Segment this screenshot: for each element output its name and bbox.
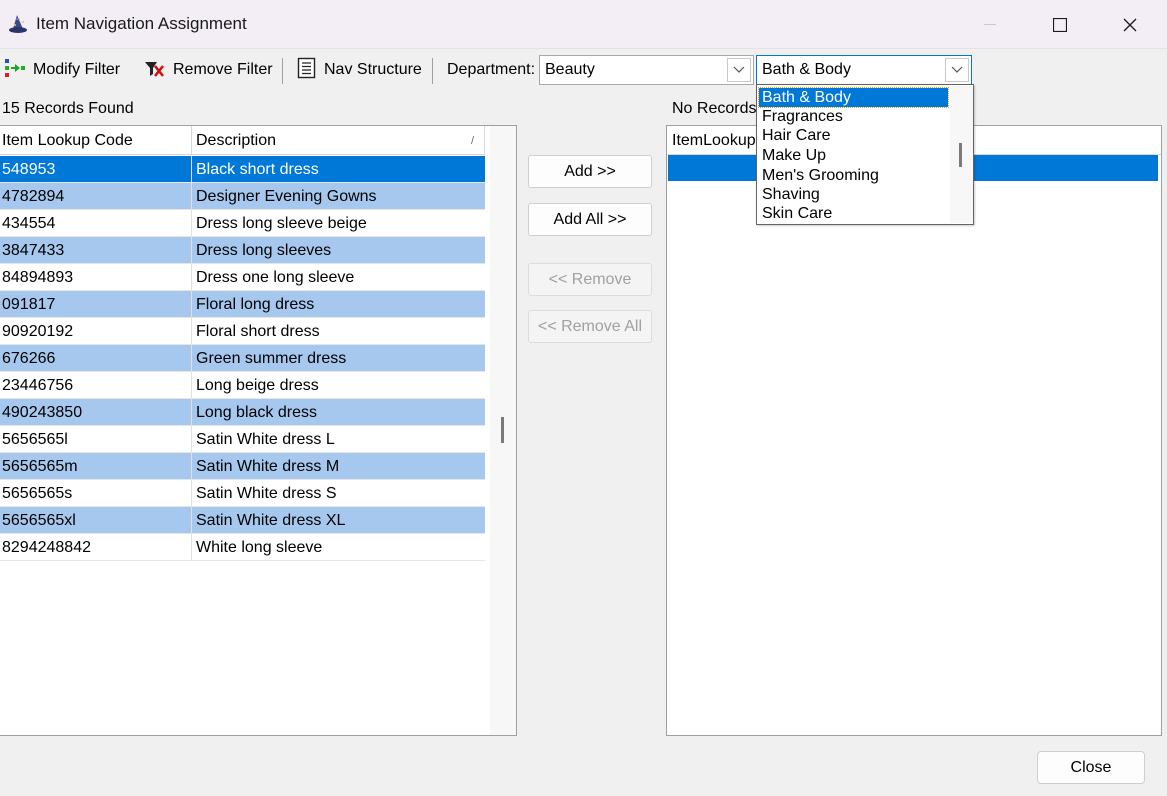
category-select[interactable]: Bath & Body — [756, 55, 972, 85]
title-bar: Item Navigation Assignment — [0, 0, 1167, 49]
right-records-count: No Records — [672, 100, 757, 117]
remove-filter-icon — [143, 56, 167, 85]
table-row[interactable]: 434554 Dress long sleeve beige — [0, 210, 485, 237]
description-cell: Floral long dress — [192, 291, 485, 318]
item-code-cell: 5656565s — [0, 480, 192, 507]
nav-structure-label: Nav Structure — [324, 61, 422, 78]
description-cell: Dress one long sleeve — [192, 264, 485, 291]
category-dropdown-list[interactable]: Bath & Body Fragrances Hair Care Make Up… — [756, 84, 974, 225]
vertical-scrollbar[interactable] — [490, 126, 516, 735]
item-code-cell: 676266 — [0, 345, 192, 372]
add-all-button[interactable]: Add All >> — [528, 203, 652, 236]
dropdown-item-skin-care[interactable]: Skin Care — [759, 204, 948, 223]
department-select[interactable]: Beauty — [539, 55, 754, 85]
table-row[interactable]: 4782894 Designer Evening Gowns — [0, 183, 485, 210]
modify-filter-label: Modify Filter — [33, 61, 121, 78]
item-code-cell: 4782894 — [0, 183, 192, 210]
item-code-cell: 5656565xl — [0, 507, 192, 534]
description-header-label: Description — [196, 132, 277, 149]
modify-filter-button[interactable]: Modify Filter — [3, 56, 120, 84]
item-code-cell: 90920192 — [0, 318, 192, 345]
table-row[interactable]: 3847433 Dress long sleeves — [0, 237, 485, 264]
table-row[interactable]: 5656565l Satin White dress L — [0, 426, 485, 453]
chevron-down-icon[interactable] — [945, 58, 969, 82]
left-records-count: 15 Records Found — [2, 100, 134, 117]
description-cell: Green summer dress — [192, 345, 485, 372]
description-cell: Dress long sleeve beige — [192, 210, 485, 237]
description-cell: Designer Evening Gowns — [192, 183, 485, 210]
description-cell: Satin White dress L — [192, 426, 485, 453]
table-row[interactable]: 548953 Black short dress — [0, 156, 485, 183]
dropdown-item-shaving[interactable]: Shaving — [759, 185, 948, 204]
toolbar-separator — [282, 58, 283, 84]
description-cell: White long sleeve — [192, 534, 485, 561]
dropdown-scrollbar[interactable] — [950, 86, 973, 223]
description-cell: Black short dress — [192, 156, 485, 183]
item-code-cell: 5656565m — [0, 453, 192, 480]
table-row[interactable]: 5656565xl Satin White dress XL — [0, 507, 485, 534]
item-code-cell: 434554 — [0, 210, 192, 237]
dropdown-item-hair-care[interactable]: Hair Care — [759, 126, 948, 145]
dropdown-item-mens-grooming[interactable]: Men's Grooming — [759, 166, 948, 185]
scrollbar-thumb[interactable] — [501, 417, 504, 443]
item-code-cell: 5656565l — [0, 426, 192, 453]
description-cell: Dress long sleeves — [192, 237, 485, 264]
toolbar: Modify Filter Remove Filter Nav Structur… — [0, 50, 1167, 90]
sort-indicator-icon: / — [470, 135, 474, 147]
dropdown-item-bath-body[interactable]: Bath & Body — [758, 87, 949, 108]
filter-icon — [3, 56, 27, 85]
column-header-item-lookup-code[interactable]: Item Lookup Code — [0, 126, 192, 155]
grid-rows: 548953 Black short dress 4782894 Designer … — [0, 156, 485, 561]
table-row[interactable]: 5656565s Satin White dress S — [0, 480, 485, 507]
remove-filter-label: Remove Filter — [173, 61, 273, 78]
item-code-cell: 3847433 — [0, 237, 192, 264]
description-cell: Long black dress — [192, 399, 485, 426]
dropdown-item-fragrances[interactable]: Fragrances — [759, 107, 948, 126]
description-cell: Floral short dress — [192, 318, 485, 345]
close-window-button[interactable] — [1098, 0, 1162, 49]
close-button[interactable]: Close — [1037, 751, 1145, 784]
item-code-cell: 23446756 — [0, 372, 192, 399]
item-code-cell: 490243850 — [0, 399, 192, 426]
table-row[interactable]: 676266 Green summer dress — [0, 345, 485, 372]
description-cell: Satin White dress M — [192, 453, 485, 480]
items-grid[interactable]: Item Lookup Code Description / 548953 Bla… — [0, 125, 517, 736]
description-cell: Satin White dress XL — [192, 507, 485, 534]
scrollbar-thumb[interactable] — [959, 143, 962, 167]
item-code-cell: 091817 — [0, 291, 192, 318]
table-row[interactable]: 490243850 Long black dress — [0, 399, 485, 426]
remove-all-button[interactable]: << Remove All — [528, 310, 652, 343]
minimize-button[interactable] — [958, 0, 1022, 49]
table-row[interactable]: 8294248842 White long sleeve — [0, 534, 485, 561]
item-code-cell: 84894893 — [0, 264, 192, 291]
table-row[interactable]: 90920192 Floral short dress — [0, 318, 485, 345]
add-button[interactable]: Add >> — [528, 155, 652, 188]
description-cell: Long beige dress — [192, 372, 485, 399]
remove-filter-button[interactable]: Remove Filter — [143, 56, 273, 84]
nav-structure-button[interactable]: Nav Structure — [296, 56, 422, 84]
category-value: Bath & Body — [762, 61, 851, 78]
item-code-cell: 8294248842 — [0, 534, 192, 561]
document-list-icon — [296, 57, 318, 84]
chevron-down-icon[interactable] — [727, 58, 751, 82]
table-row[interactable]: 091817 Floral long dress — [0, 291, 485, 318]
table-row[interactable]: 5656565m Satin White dress M — [0, 453, 485, 480]
table-row[interactable]: 23446756 Long beige dress — [0, 372, 485, 399]
toolbar-separator — [432, 58, 433, 84]
item-code-cell: 548953 — [0, 156, 192, 183]
window-title: Item Navigation Assignment — [36, 14, 247, 33]
department-value: Beauty — [545, 61, 595, 78]
description-cell: Satin White dress S — [192, 480, 485, 507]
column-header-description[interactable]: Description / — [192, 126, 485, 155]
remove-button[interactable]: << Remove — [528, 263, 652, 296]
dropdown-item-make-up[interactable]: Make Up — [759, 146, 948, 165]
maximize-button[interactable] — [1028, 0, 1092, 49]
department-label: Department: — [447, 61, 536, 78]
grid-header: Item Lookup Code Description / — [0, 126, 485, 155]
wizard-hat-icon — [7, 13, 31, 37]
table-row[interactable]: 84894893 Dress one long sleeve — [0, 264, 485, 291]
